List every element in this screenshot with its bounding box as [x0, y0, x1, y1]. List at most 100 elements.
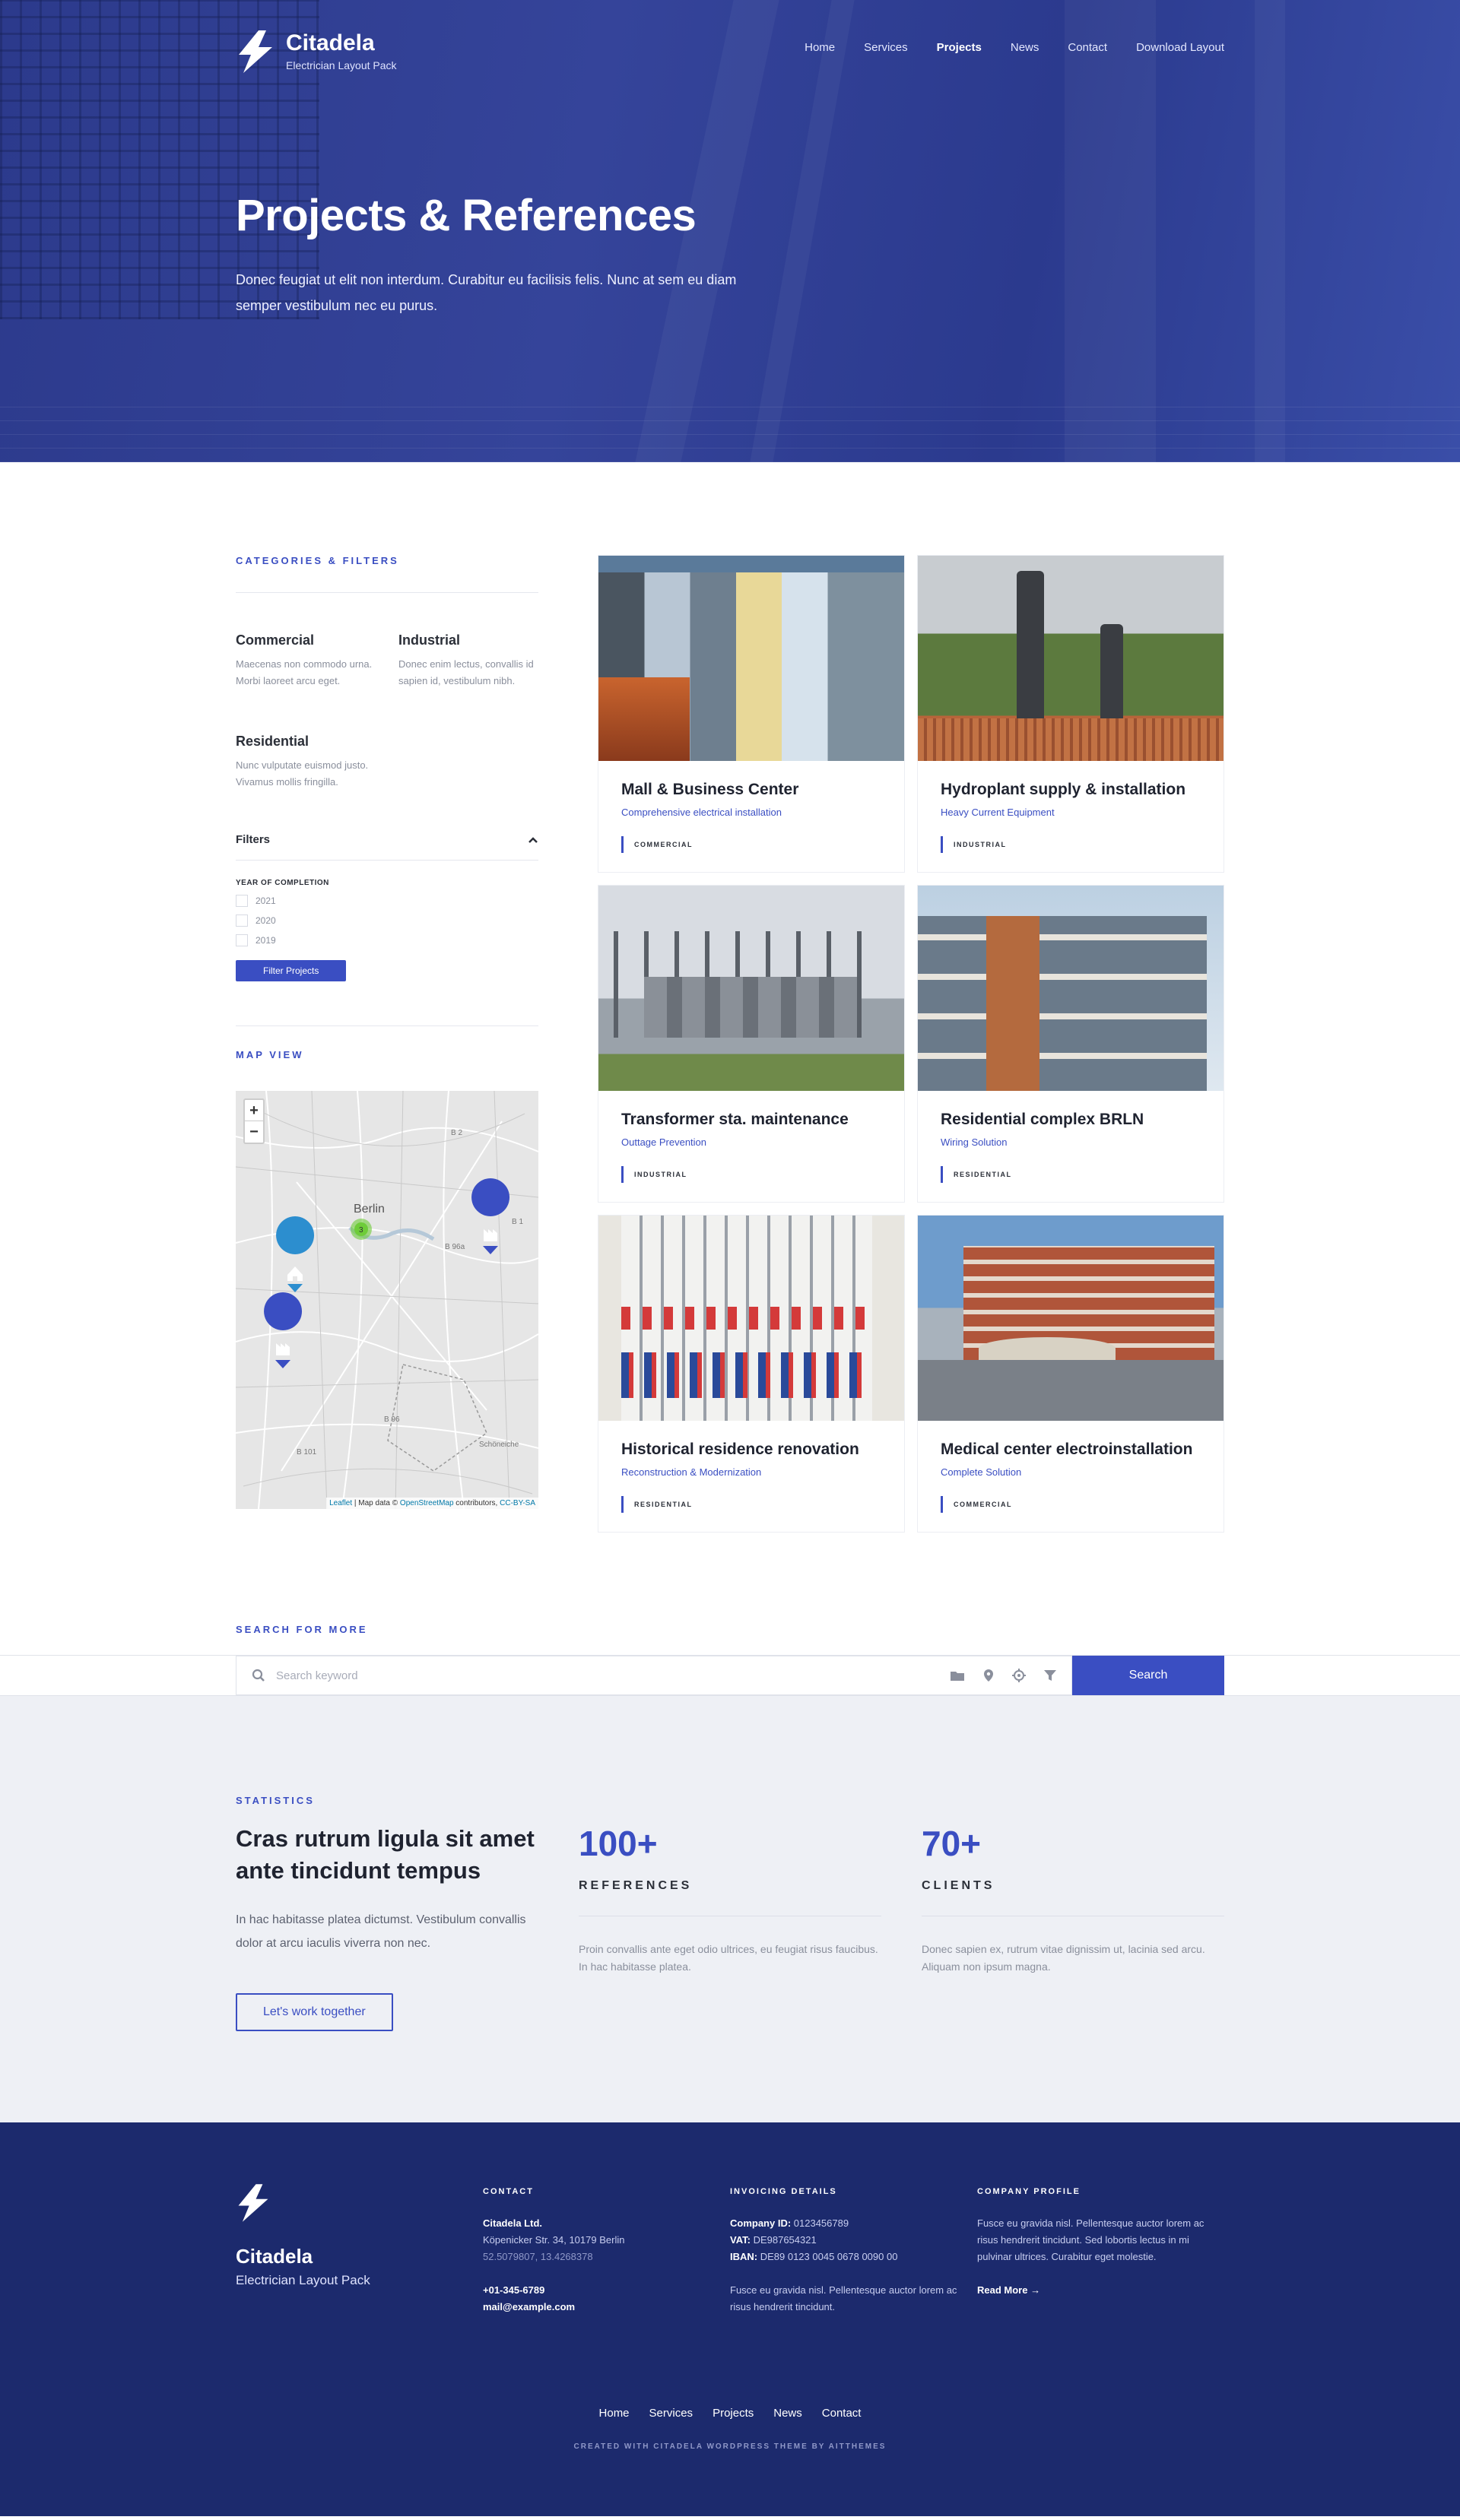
map-zoom-controls: + − [243, 1098, 265, 1144]
project-subtitle: Comprehensive electrical installation [621, 807, 782, 818]
year-label: YEAR OF COMPLETION [236, 879, 329, 887]
year-checkbox-2019[interactable]: 2019 [236, 934, 538, 946]
year-text: 2020 [256, 915, 276, 926]
project-card[interactable]: Historical residence renovation Reconstr… [598, 1215, 905, 1533]
footer-brand[interactable]: Citadela Electrician Layout Pack [236, 2183, 483, 2316]
footer-brand-tagline: Electrician Layout Pack [236, 2273, 370, 2287]
category-name: Commercial [236, 632, 315, 648]
footer-contact: CONTACT Citadela Ltd. Köpenicker Str. 34… [483, 2183, 730, 2316]
crosshair-icon[interactable] [1012, 1669, 1026, 1682]
search-icon [252, 1669, 265, 1682]
project-image[interactable] [598, 886, 904, 1091]
footer-nav-contact[interactable]: Contact [822, 2407, 862, 2420]
category-list: Commercial Maecenas non commodo urna. Mo… [236, 632, 538, 791]
category-name: Residential [236, 734, 309, 749]
leaflet-link[interactable]: Leaflet [329, 1499, 352, 1507]
year-checkbox-2020[interactable]: 2020 [236, 914, 538, 927]
nav-contact[interactable]: Contact [1068, 41, 1107, 54]
map-cluster-marker[interactable]: 3 [351, 1219, 372, 1240]
map-view[interactable]: Berlin B 2 B 1 B 96a B 96 B 101 Schöneic… [236, 1091, 538, 1509]
zoom-out-button[interactable]: − [245, 1121, 263, 1143]
checkbox[interactable] [236, 934, 248, 946]
project-tag[interactable]: INDUSTRIAL [941, 836, 1201, 853]
filter-icon[interactable] [1044, 1669, 1056, 1682]
phone-link[interactable]: +01-345-6789 [483, 2284, 544, 2296]
nav-home[interactable]: Home [805, 41, 835, 54]
filters-label: Filters [236, 833, 271, 846]
statistics-section: STATISTICS Cras rutrum ligula sit amet a… [0, 1696, 1460, 2122]
filters-toggle[interactable]: Filters [236, 833, 538, 861]
project-image[interactable] [918, 886, 1224, 1091]
category-residential[interactable]: Residential Nunc vulputate euismod justo… [236, 734, 376, 791]
project-card[interactable]: Residential complex BRLN Wiring Solution… [917, 885, 1224, 1203]
project-tag[interactable]: INDUSTRIAL [621, 1166, 881, 1183]
footer-nav-projects[interactable]: Projects [713, 2407, 754, 2420]
project-card[interactable]: Mall & Business Center Comprehensive ele… [598, 555, 905, 873]
footer-nav-home[interactable]: Home [599, 2407, 630, 2420]
company-id-label: Company ID: [730, 2217, 792, 2229]
checkbox[interactable] [236, 895, 248, 907]
nav-download-layout[interactable]: Download Layout [1136, 41, 1224, 54]
project-title[interactable]: Residential complex BRLN [941, 1111, 1201, 1129]
footer-invoicing: INVOICING DETAILS Company ID: 0123456789… [730, 2183, 977, 2316]
search-heading: SEARCH FOR MORE [236, 1624, 368, 1635]
project-subtitle: Wiring Solution [941, 1136, 1008, 1148]
brand-tagline: Electrician Layout Pack [286, 59, 397, 71]
email-link[interactable]: mail@example.com [483, 2301, 575, 2312]
map-road-label: Schöneiche [479, 1441, 519, 1449]
map-road-label: B 101 [297, 1448, 317, 1457]
gps-coordinates: 52.5079807, 13.4268378 [483, 2251, 593, 2262]
project-tag[interactable]: COMMERCIAL [621, 836, 881, 853]
zoom-in-button[interactable]: + [245, 1100, 263, 1121]
category-commercial[interactable]: Commercial Maecenas non commodo urna. Mo… [236, 632, 376, 689]
brand-logo[interactable]: Citadela Electrician Layout Pack [236, 30, 397, 73]
project-title[interactable]: Transformer sta. maintenance [621, 1111, 881, 1129]
category-industrial[interactable]: Industrial Donec enim lectus, convallis … [398, 632, 538, 689]
project-card[interactable]: Medical center electroinstallation Compl… [917, 1215, 1224, 1533]
project-image[interactable] [918, 556, 1224, 761]
project-image[interactable] [918, 1216, 1224, 1421]
chevron-up-icon [528, 836, 538, 843]
nav-news[interactable]: News [1011, 41, 1039, 54]
project-tag[interactable]: RESIDENTIAL [941, 1166, 1201, 1183]
project-card[interactable]: Transformer sta. maintenance Outtage Pre… [598, 885, 905, 1203]
map-road-label: B 2 [451, 1129, 462, 1137]
project-title[interactable]: Historical residence renovation [621, 1441, 881, 1459]
project-tag[interactable]: RESIDENTIAL [621, 1496, 881, 1513]
project-title[interactable]: Medical center electroinstallation [941, 1441, 1201, 1459]
attribution-text: | Map data © [352, 1499, 400, 1507]
nav-projects[interactable]: Projects [937, 41, 982, 54]
osm-link[interactable]: OpenStreetMap [400, 1499, 454, 1507]
project-title[interactable]: Mall & Business Center [621, 781, 881, 799]
hero-text: Donec feugiat ut elit non interdum. Cura… [236, 272, 737, 313]
footer-nav-services[interactable]: Services [649, 2407, 694, 2420]
nav-services[interactable]: Services [864, 41, 908, 54]
project-card[interactable]: Hydroplant supply & installation Heavy C… [917, 555, 1224, 873]
filter-projects-button[interactable]: Filter Projects [236, 960, 347, 981]
checkbox[interactable] [236, 914, 248, 927]
read-more-link[interactable]: Read More → [977, 2282, 1224, 2299]
project-tag[interactable]: COMMERCIAL [941, 1496, 1201, 1513]
folder-icon[interactable] [950, 1669, 965, 1682]
license-link[interactable]: CC-BY-SA [500, 1499, 535, 1507]
search-input[interactable]: Search keyword [236, 1656, 1072, 1695]
project-title[interactable]: Hydroplant supply & installation [941, 781, 1201, 799]
work-together-button[interactable]: Let's work together [236, 1993, 393, 2031]
map-attribution: Leaflet | Map data © OpenStreetMap contr… [326, 1498, 538, 1509]
footer-nav-news[interactable]: News [773, 2407, 802, 2420]
map-road-label: B 96 [384, 1415, 400, 1424]
year-text: 2021 [256, 895, 276, 906]
project-subtitle: Reconstruction & Modernization [621, 1466, 762, 1478]
category-desc: Donec enim lectus, convallis id sapien i… [398, 658, 534, 686]
search-bar: Search keyword Search [0, 1655, 1460, 1696]
project-image[interactable] [598, 556, 904, 761]
footer-heading: INVOICING DETAILS [730, 2187, 837, 2196]
location-pin-icon[interactable] [983, 1669, 994, 1682]
map-road-label: B 96a [445, 1243, 465, 1251]
stat-label: REFERENCES [579, 1879, 693, 1892]
year-checkbox-2021[interactable]: 2021 [236, 895, 538, 907]
main-nav: Home Services Projects News Contact Down… [805, 41, 1224, 54]
search-button[interactable]: Search [1072, 1656, 1224, 1695]
project-image[interactable] [598, 1216, 904, 1421]
map-canvas[interactable]: Berlin B 2 B 1 B 96a B 96 B 101 Schöneic… [236, 1091, 538, 1509]
